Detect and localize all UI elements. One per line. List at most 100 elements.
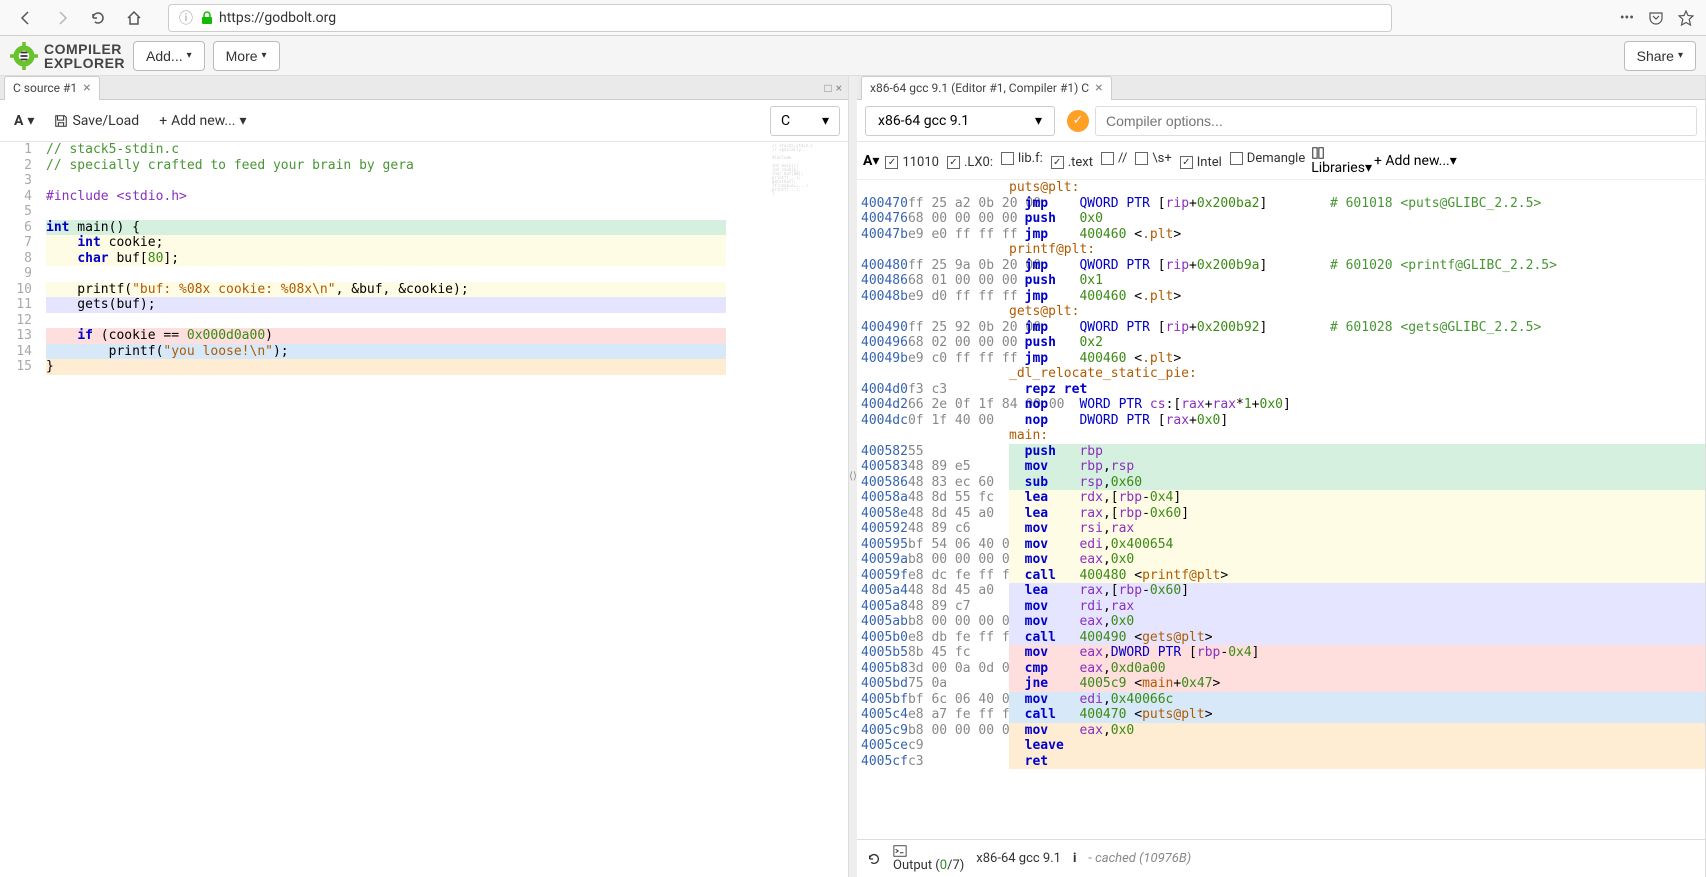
source-tabbar: C source #1 × □ × bbox=[0, 76, 848, 100]
add-dropdown[interactable]: Add...▾ bbox=[133, 41, 205, 71]
bookmark-star-icon[interactable] bbox=[1678, 10, 1694, 26]
minimap[interactable]: // stack5-stdin.c// specially...#include… bbox=[772, 144, 830, 234]
asm-line[interactable]: 400470ff 25 a2 0b 20 00 jmp QWORD PTR [r… bbox=[857, 196, 1705, 212]
logo-bottom: EXPLORER bbox=[44, 56, 125, 70]
source-editor[interactable]: // stack5-stdin.c// specially...#include… bbox=[0, 142, 848, 877]
source-line[interactable]: 5 bbox=[0, 204, 848, 220]
source-line[interactable]: 7 int cookie; bbox=[0, 235, 848, 251]
asm-option-libf[interactable]: lib.f: bbox=[997, 149, 1047, 168]
asm-line[interactable]: puts@plt: bbox=[857, 180, 1705, 196]
asm-line[interactable]: 400490ff 25 92 0b 20 00 jmp QWORD PTR [r… bbox=[857, 320, 1705, 336]
forward-button[interactable] bbox=[48, 4, 76, 32]
close-icon[interactable]: × bbox=[1095, 81, 1102, 95]
browser-bar: ⓘ https://godbolt.org ••• bbox=[0, 0, 1706, 36]
compiler-options-input[interactable] bbox=[1095, 106, 1697, 136]
asm-line[interactable]: _dl_relocate_static_pie: bbox=[857, 366, 1705, 382]
source-line[interactable]: 10 printf("buf: %08x cookie: %08x\n", &b… bbox=[0, 282, 848, 298]
asm-option-s[interactable]: \s+ bbox=[1131, 149, 1175, 168]
asm-line[interactable]: 40049be9 c0 ff ff ff jmp 400460 <.plt> bbox=[857, 351, 1705, 367]
asm-line[interactable]: 4005abb8 00 00 00 00 mov eax,0x0 bbox=[857, 614, 1705, 630]
source-line[interactable]: 2// specially crafted to feed your brain… bbox=[0, 158, 848, 174]
asm-line[interactable]: 4005c9b8 00 00 00 00 mov eax,0x0 bbox=[857, 723, 1705, 739]
source-line[interactable]: 1// stack5-stdin.c bbox=[0, 142, 848, 158]
addnew-button[interactable]: + Add new...▾ bbox=[153, 109, 252, 133]
asm-line[interactable]: 40047668 00 00 00 00 push 0x0 bbox=[857, 211, 1705, 227]
source-line[interactable]: 8 char buf[80]; bbox=[0, 251, 848, 267]
asm-line[interactable]: 4004d266 2e 0f 1f 84 00 00 nop WORD PTR … bbox=[857, 397, 1705, 413]
splitter[interactable]: ⟨⟩ bbox=[849, 76, 857, 877]
info-icon[interactable]: i bbox=[1073, 851, 1076, 866]
asm-line[interactable]: 40049668 02 00 00 00 push 0x2 bbox=[857, 335, 1705, 351]
asm-line[interactable]: 4005cec9 leave bbox=[857, 738, 1705, 754]
asm-line[interactable]: 40048668 01 00 00 00 push 0x1 bbox=[857, 273, 1705, 289]
asm-line[interactable]: 40058a48 8d 55 fc lea rdx,[rbp-0x4] bbox=[857, 490, 1705, 506]
asm-line[interactable]: 400595bf 54 06 40 00 mov edi,0x400654 bbox=[857, 537, 1705, 553]
asm-editor[interactable]: puts@plt:400470ff 25 a2 0b 20 00 jmp QWO… bbox=[857, 180, 1705, 839]
source-tab[interactable]: C source #1 × bbox=[4, 76, 100, 100]
source-line[interactable]: 4#include <stdio.h> bbox=[0, 189, 848, 205]
compiler-select[interactable]: x86-64 gcc 9.1▾ bbox=[865, 106, 1055, 136]
font-size-button[interactable]: A▾ bbox=[8, 109, 40, 133]
asm-line[interactable]: 4005a848 89 c7 mov rdi,rax bbox=[857, 599, 1705, 615]
output-button[interactable]: Output (0/7) bbox=[893, 844, 964, 873]
asm-line[interactable]: 40058348 89 e5 mov rbp,rsp bbox=[857, 459, 1705, 475]
asm-option-Demangle[interactable]: Demangle bbox=[1226, 149, 1309, 168]
source-line[interactable]: 14 printf("you loose!\n"); bbox=[0, 344, 848, 360]
footer-reload-icon[interactable] bbox=[867, 852, 881, 866]
asm-option-[interactable]: // bbox=[1097, 149, 1131, 168]
libraries-dropdown[interactable]: Libraries▾ bbox=[1311, 146, 1372, 176]
share-dropdown[interactable]: Share▾ bbox=[1624, 41, 1696, 71]
asm-addnew-button[interactable]: + Add new...▾ bbox=[1374, 153, 1457, 169]
asm-line[interactable]: 40059fe8 dc fe ff ff call 400480 <printf… bbox=[857, 568, 1705, 584]
home-button[interactable] bbox=[120, 4, 148, 32]
pocket-icon[interactable] bbox=[1648, 10, 1664, 26]
asm-line[interactable]: 4005bfbf 6c 06 40 00 mov edi,0x40066c bbox=[857, 692, 1705, 708]
source-line[interactable]: 15} bbox=[0, 359, 848, 375]
more-dots-icon[interactable]: ••• bbox=[1620, 10, 1634, 26]
language-select[interactable]: C▾ bbox=[770, 106, 840, 136]
asm-line[interactable]: 40059248 89 c6 mov rsi,rax bbox=[857, 521, 1705, 537]
asm-line[interactable]: 40048be9 d0 ff ff ff jmp 400460 <.plt> bbox=[857, 289, 1705, 305]
asm-line[interactable]: 40058255 push rbp bbox=[857, 444, 1705, 460]
close-icon[interactable]: × bbox=[83, 81, 90, 95]
asm-line[interactable]: 40058e48 8d 45 a0 lea rax,[rbp-0x60] bbox=[857, 506, 1705, 522]
back-button[interactable] bbox=[12, 4, 40, 32]
asm-line[interactable]: main: bbox=[857, 428, 1705, 444]
plus-icon: + bbox=[159, 113, 167, 129]
asm-line[interactable]: 4004dc0f 1f 40 00 nop DWORD PTR [rax+0x0… bbox=[857, 413, 1705, 429]
more-dropdown[interactable]: More▾ bbox=[213, 41, 280, 71]
asm-line[interactable]: 40059ab8 00 00 00 00 mov eax,0x0 bbox=[857, 552, 1705, 568]
asm-line[interactable]: 4005b83d 00 0a 0d 00 cmp eax,0xd0a00 bbox=[857, 661, 1705, 677]
source-line[interactable]: 3 bbox=[0, 173, 848, 189]
asm-line[interactable]: 4005b0e8 db fe ff ff call 400490 <gets@p… bbox=[857, 630, 1705, 646]
asm-line[interactable]: 40047be9 e0 ff ff ff jmp 400460 <.plt> bbox=[857, 227, 1705, 243]
logo[interactable]: COMPILER EXPLORER bbox=[10, 42, 125, 70]
asm-option-text[interactable]: .text bbox=[1047, 153, 1097, 172]
asm-line[interactable]: 400480ff 25 9a 0b 20 00 jmp QWORD PTR [r… bbox=[857, 258, 1705, 274]
asm-line[interactable]: 4005bd75 0a jne 4005c9 <main+0x47> bbox=[857, 676, 1705, 692]
asm-font-button[interactable]: A▾ bbox=[863, 153, 879, 169]
close-window-icon[interactable]: × bbox=[836, 81, 842, 95]
url-bar[interactable]: ⓘ https://godbolt.org bbox=[168, 4, 1392, 32]
asm-line[interactable]: printf@plt: bbox=[857, 242, 1705, 258]
saveload-button[interactable]: Save/Load bbox=[48, 109, 145, 133]
reload-button[interactable] bbox=[84, 4, 112, 32]
source-line[interactable]: 12 bbox=[0, 313, 848, 329]
asm-option-11010[interactable]: 11010 bbox=[881, 153, 943, 172]
asm-line[interactable]: gets@plt: bbox=[857, 304, 1705, 320]
source-line[interactable]: 13 if (cookie == 0x000d0a00) bbox=[0, 328, 848, 344]
asm-tab[interactable]: x86-64 gcc 9.1 (Editor #1, Compiler #1) … bbox=[861, 76, 1112, 100]
source-line[interactable]: 9 bbox=[0, 266, 848, 282]
asm-option-Intel[interactable]: Intel bbox=[1176, 153, 1226, 172]
asm-line[interactable]: 4005cfc3 ret bbox=[857, 754, 1705, 770]
maximize-icon[interactable]: □ bbox=[824, 81, 831, 95]
asm-line[interactable]: 4004d0f3 c3 repz ret bbox=[857, 382, 1705, 398]
asm-line[interactable]: 40058648 83 ec 60 sub rsp,0x60 bbox=[857, 475, 1705, 491]
asm-line[interactable]: 4005c4e8 a7 fe ff ff call 400470 <puts@p… bbox=[857, 707, 1705, 723]
asm-option-LX0[interactable]: .LX0: bbox=[943, 153, 997, 172]
asm-line[interactable]: 4005b58b 45 fc mov eax,DWORD PTR [rbp-0x… bbox=[857, 645, 1705, 661]
source-line[interactable]: 6int main() { bbox=[0, 220, 848, 236]
asm-line[interactable]: 4005a448 8d 45 a0 lea rax,[rbp-0x60] bbox=[857, 583, 1705, 599]
lock-icon bbox=[201, 11, 213, 25]
source-line[interactable]: 11 gets(buf); bbox=[0, 297, 848, 313]
